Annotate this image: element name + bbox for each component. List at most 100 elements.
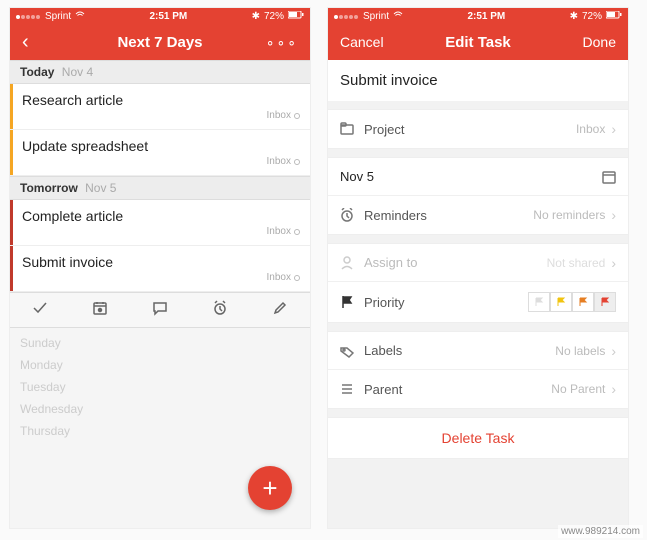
page-title: Next 7 Days (117, 34, 202, 51)
edit-icon[interactable] (272, 300, 288, 321)
comment-icon[interactable] (152, 300, 168, 321)
task-title: Research article (22, 92, 300, 108)
add-task-fab[interactable]: + (248, 466, 292, 510)
battery-icon (288, 11, 304, 22)
bluetooth-icon: ✱ (252, 11, 260, 22)
project-row[interactable]: Project Inbox › (328, 110, 628, 148)
section-date: Nov 5 (85, 181, 116, 195)
list-icon (340, 382, 354, 396)
schedule-icon[interactable] (92, 300, 108, 321)
section-date: Nov 4 (62, 65, 93, 79)
parent-row[interactable]: Parent No Parent › (328, 370, 628, 408)
faded-day: Wednesday (20, 398, 300, 420)
project-icon (340, 122, 354, 136)
faded-day: Thursday (20, 420, 300, 442)
task-project: Inbox (267, 156, 291, 167)
priority-bar (10, 246, 13, 291)
task-title: Submit invoice (22, 254, 300, 270)
priority-option-2[interactable] (550, 292, 572, 312)
section-header-today: Today Nov 4 (10, 60, 310, 84)
battery-percent: 72% (582, 11, 602, 22)
chevron-right-icon: › (611, 255, 616, 271)
done-button[interactable]: Done (566, 34, 616, 50)
project-dot-icon (294, 159, 300, 165)
battery-percent: 72% (264, 11, 284, 22)
phone-edit-view: Sprint 2:51 PM ✱ 72% Cancel Edit Task Do… (328, 8, 628, 528)
phone-list-view: Sprint 2:51 PM ✱ 72% ‹ Next 7 Days ∘∘∘ T… (10, 8, 310, 528)
section-label: Today (20, 65, 54, 79)
chevron-right-icon: › (611, 381, 616, 397)
chevron-right-icon: › (611, 343, 616, 359)
action-toolbar (10, 292, 310, 328)
upcoming-days: Sunday Monday Tuesday Wednesday Thursday (10, 328, 310, 446)
task-project: Inbox (267, 272, 291, 283)
section-header-tomorrow: Tomorrow Nov 5 (10, 176, 310, 200)
labels-label: Labels (364, 343, 402, 358)
reminders-row[interactable]: Reminders No reminders › (328, 196, 628, 234)
cancel-button[interactable]: Cancel (340, 34, 390, 50)
assign-row[interactable]: Assign to Not shared › (328, 244, 628, 282)
delete-task-button[interactable]: Delete Task (328, 417, 628, 459)
reminder-icon[interactable] (212, 300, 228, 321)
section-label: Tomorrow (20, 181, 78, 195)
priority-option-4[interactable] (594, 292, 616, 312)
task-row[interactable]: Research article Inbox (10, 84, 310, 130)
priority-option-1[interactable] (528, 292, 550, 312)
chevron-right-icon: › (611, 207, 616, 223)
signal-dots-icon (16, 11, 41, 22)
wifi-icon (75, 11, 85, 22)
task-title-input[interactable]: Submit invoice (328, 60, 628, 101)
complete-icon[interactable] (32, 300, 48, 321)
labels-value: No labels (555, 344, 605, 358)
task-title: Complete article (22, 208, 300, 224)
task-row[interactable]: Submit invoice Inbox (10, 246, 310, 292)
faded-day: Monday (20, 354, 300, 376)
chevron-right-icon: › (611, 121, 616, 137)
priority-bar (10, 200, 13, 245)
priority-picker[interactable] (528, 292, 616, 312)
signal-dots-icon (334, 11, 359, 22)
carrier-label: Sprint (363, 11, 389, 22)
reminders-label: Reminders (364, 208, 427, 223)
wifi-icon (393, 11, 403, 22)
priority-option-3[interactable] (572, 292, 594, 312)
priority-bar (10, 84, 13, 129)
task-row[interactable]: Complete article Inbox (10, 200, 310, 246)
faded-day: Sunday (20, 332, 300, 354)
task-project: Inbox (267, 110, 291, 121)
page-title: Edit Task (445, 34, 511, 51)
person-icon (340, 256, 354, 270)
battery-icon (606, 11, 622, 22)
status-bar: Sprint 2:51 PM ✱ 72% (10, 8, 310, 24)
reminders-value: No reminders (533, 208, 605, 222)
bluetooth-icon: ✱ (570, 11, 578, 22)
date-row[interactable]: Nov 5 (328, 158, 628, 196)
project-label: Project (364, 122, 404, 137)
labels-row[interactable]: Labels No labels › (328, 332, 628, 370)
project-value: Inbox (576, 122, 605, 136)
priority-bar (10, 130, 13, 175)
task-row[interactable]: Update spreadsheet Inbox (10, 130, 310, 176)
parent-label: Parent (364, 382, 402, 397)
more-button[interactable]: ∘∘∘ (248, 34, 298, 51)
flag-icon (340, 295, 354, 309)
status-time: 2:51 PM (149, 11, 187, 22)
date-value: Nov 5 (340, 169, 374, 184)
assign-label: Assign to (364, 255, 417, 270)
task-project: Inbox (267, 226, 291, 237)
calendar-icon (602, 170, 616, 184)
project-dot-icon (294, 113, 300, 119)
navbar: ‹ Next 7 Days ∘∘∘ (10, 24, 310, 60)
priority-label: Priority (364, 295, 404, 310)
status-time: 2:51 PM (467, 11, 505, 22)
watermark: www.989214.com (558, 525, 643, 538)
alarm-icon (340, 208, 354, 222)
faded-day: Tuesday (20, 376, 300, 398)
back-button[interactable]: ‹ (22, 32, 72, 52)
parent-value: No Parent (551, 382, 605, 396)
tag-icon (340, 344, 354, 358)
task-title: Update spreadsheet (22, 138, 300, 154)
priority-row[interactable]: Priority (328, 282, 628, 322)
status-bar: Sprint 2:51 PM ✱ 72% (328, 8, 628, 24)
assign-value: Not shared (547, 256, 606, 270)
